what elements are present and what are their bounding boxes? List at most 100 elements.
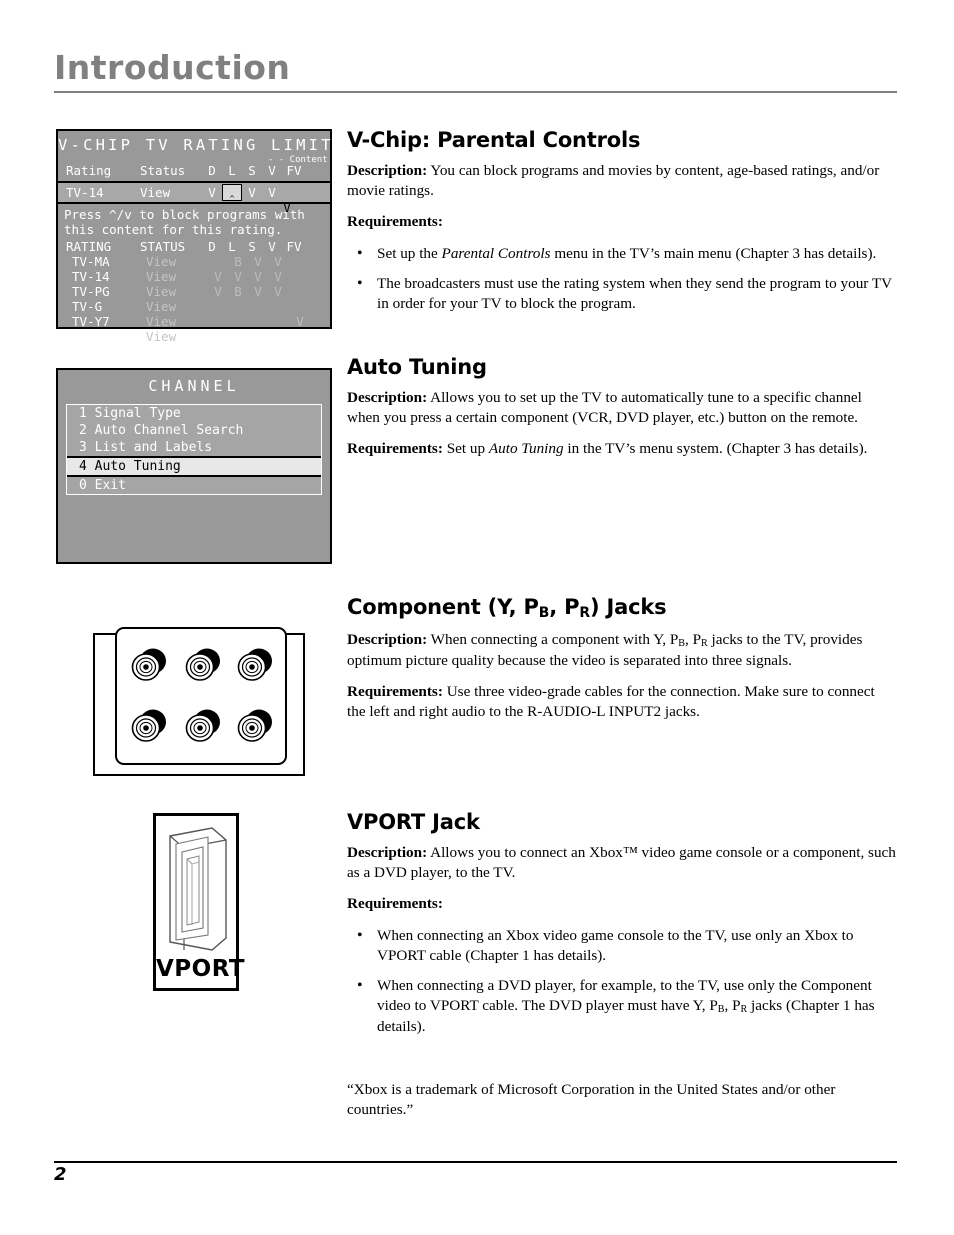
vchip-description: Description: You can block programs and …	[347, 161, 897, 201]
list-item: The broadcasters must use the rating sys…	[357, 273, 897, 314]
vport-label: VPORT	[156, 956, 246, 982]
list-item: When connecting a DVD player, for exampl…	[357, 975, 897, 1037]
heading-post: ) Jacks	[590, 595, 667, 619]
row-d	[208, 329, 228, 344]
row-status: View	[146, 284, 177, 299]
component-description: Description: When connecting a component…	[347, 630, 897, 671]
vchip-header-v: V	[268, 163, 276, 178]
vport-requirements-label: Requirements:	[347, 895, 443, 913]
vport-jack-figure: VPORT	[153, 813, 246, 991]
table-row[interactable]: TV-14 View V V V V	[58, 269, 330, 284]
bullet-pre: The broadcasters must use the rating sys…	[377, 274, 892, 313]
vport-description-label: Description:	[347, 844, 428, 861]
menu-item-auto-channel-search[interactable]: 2 Auto Channel Search	[67, 422, 321, 439]
vchip-selected-fv[interactable]	[282, 185, 306, 201]
component-requirements: Requirements: Use three video-grade cabl…	[347, 682, 897, 722]
heading-auto-tuning: Auto Tuning	[347, 355, 487, 379]
row-fv	[288, 254, 312, 269]
vchip-header-rating: Rating	[66, 163, 112, 178]
table-row[interactable]: TV-G View	[58, 299, 330, 314]
vchip-selected-s[interactable]: V	[242, 185, 262, 201]
section-vport: VPORT Jack Description: Allows you to co…	[347, 810, 897, 1048]
row-l	[228, 314, 248, 329]
table-row[interactable]: TV-PG View V B V V	[58, 284, 330, 299]
row-fv	[288, 269, 312, 284]
vchip-rating-rows: TV-MA View B V V TV-14 View V V V V TV-P…	[58, 254, 330, 344]
vchip-selected-row[interactable]: TV-14 View V V ^ V V	[58, 181, 330, 215]
jack-panel	[115, 627, 287, 765]
vchip-header-fv: FV	[286, 163, 302, 178]
component-description-label: Description:	[347, 631, 428, 649]
auto-tuning-requirements-label: Requirements:	[347, 440, 443, 458]
heading-component-jacks: Component (Y, PB, PR) Jacks	[347, 595, 897, 621]
row-rating: TV-14	[72, 269, 110, 284]
menu-item-exit[interactable]: 0 Exit	[67, 477, 321, 494]
vchip-content-span-label: - - Content - -	[268, 155, 350, 165]
row-status: View	[146, 254, 177, 269]
row-rating: TV-PG	[72, 284, 110, 299]
vchip-osd-title: V-CHIP TV RATING LIMIT	[58, 136, 334, 154]
vport-connector-icon	[156, 822, 236, 960]
heading-pre: Component (Y, P	[347, 595, 539, 619]
menu-item-auto-tuning[interactable]: 4 Auto Tuning	[67, 456, 321, 477]
row-v: V	[274, 269, 282, 284]
vchip-selected-status[interactable]: View	[140, 185, 202, 201]
page-number: 2	[54, 1164, 67, 1185]
bullet2-mid: , P	[724, 997, 741, 1015]
row-fv	[288, 284, 312, 299]
vchip-selected-d[interactable]: V	[202, 185, 222, 201]
vchip-instruction-line-2: this content for this rating.	[64, 222, 283, 237]
heading-vchip: V-Chip: Parental Controls	[347, 128, 641, 152]
section-vchip: V-Chip: Parental Controls Description: Y…	[347, 128, 897, 325]
rca-jack-icon	[235, 708, 277, 746]
vchip-header-s: S	[248, 163, 256, 178]
row-d: V	[214, 269, 222, 284]
row-v	[268, 299, 288, 314]
list-item: When connecting an Xbox video game conso…	[357, 925, 897, 966]
row-rating: TV-Y	[72, 329, 103, 344]
vport-description: Description: Allows you to connect an Xb…	[347, 843, 897, 883]
vchip-list-header-fv: FV	[286, 239, 302, 254]
rca-jack-icon	[235, 647, 277, 685]
row-l: B	[234, 284, 242, 299]
page-title: Introduction	[54, 48, 291, 87]
vchip-selected-rating: TV-14	[66, 185, 104, 200]
table-row[interactable]: TV-Y View	[58, 329, 330, 344]
header-divider	[54, 91, 897, 93]
row-rating: TV-G	[72, 299, 103, 314]
auto-tuning-requirements: Requirements: Set up Auto Tuning in the …	[347, 439, 897, 459]
channel-osd-title: CHANNEL	[148, 377, 240, 395]
row-s: V	[254, 254, 262, 269]
vport-requirements-list: When connecting an Xbox video game conso…	[347, 925, 897, 1037]
channel-menu-list: 1 Signal Type 2 Auto Channel Search 3 Li…	[66, 404, 322, 495]
vchip-description-text: You can block programs and movies by con…	[347, 162, 880, 200]
heading-vport: VPORT Jack	[347, 810, 480, 834]
row-l	[228, 299, 248, 314]
component-description-pre: When connecting a component with Y, P	[427, 631, 679, 649]
rca-jack-icon	[129, 708, 171, 746]
row-s: V	[254, 269, 262, 284]
vchip-header-l: L	[228, 163, 236, 178]
table-row[interactable]: TV-MA View B V V	[58, 254, 330, 269]
vport-description-text: Allows you to connect an Xbox™ video gam…	[347, 844, 896, 882]
menu-item-signal-type[interactable]: 1 Signal Type	[67, 405, 321, 422]
row-d	[208, 314, 228, 329]
vchip-header-status: Status	[140, 163, 186, 178]
row-status: View	[146, 314, 177, 329]
row-fv	[288, 329, 312, 344]
row-d	[208, 254, 228, 269]
vchip-list-header-status: STATUS	[140, 239, 186, 254]
menu-item-list-and-labels[interactable]: 3 List and Labels	[67, 439, 321, 456]
row-l: V	[234, 269, 242, 284]
bullet-pre: Set up the	[377, 244, 442, 262]
vchip-selected-v[interactable]: V	[262, 185, 282, 201]
table-row[interactable]: TV-Y7 View V	[58, 314, 330, 329]
heading-mid: , P	[549, 595, 580, 619]
vchip-cursor-value: V	[283, 200, 291, 215]
vchip-list-header-d: D	[208, 239, 216, 254]
bullet-post: menu in the TV’s main menu (Chapter 3 ha…	[550, 244, 877, 262]
bullet-emphasis: Parental Controls	[441, 244, 551, 262]
vchip-cursor-cell-l[interactable]: V ^	[222, 184, 291, 215]
channel-osd-screen: CHANNEL 1 Signal Type 2 Auto Channel Sea…	[56, 368, 332, 564]
component-requirements-label: Requirements:	[347, 682, 443, 700]
